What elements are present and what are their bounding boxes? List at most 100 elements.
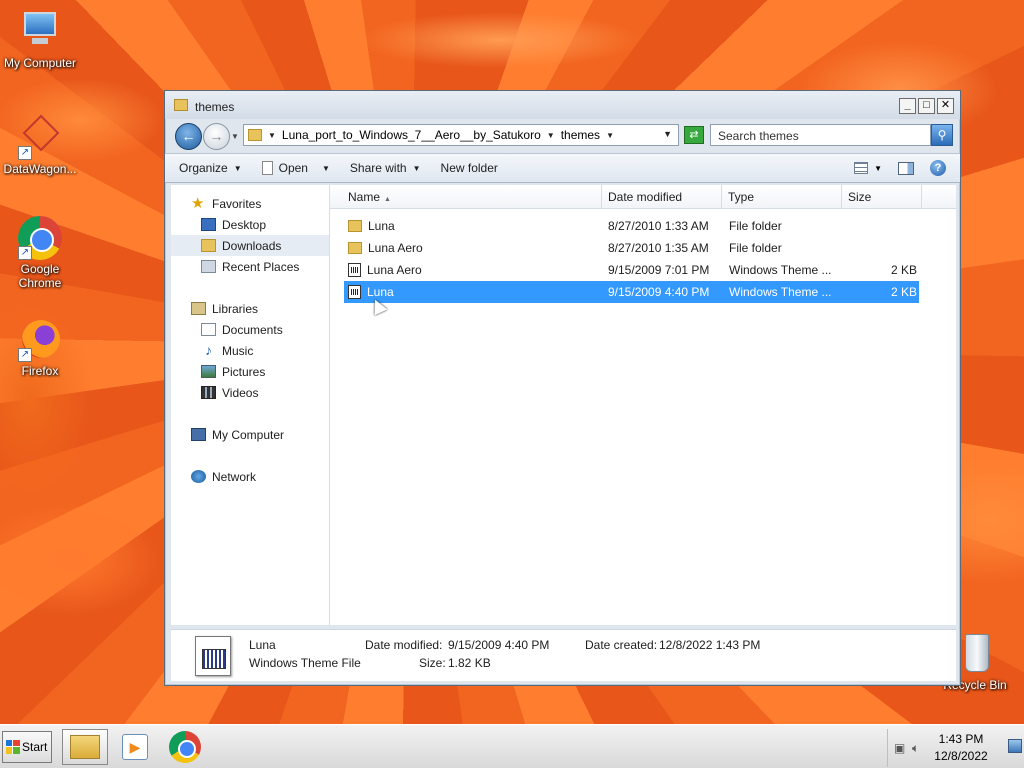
file-list[interactable]: Name ▲ Date modified Type Size Luna 8/27/… [330, 185, 956, 625]
close-button[interactable]: ✕ [937, 98, 954, 114]
breadcrumb-arrow-icon[interactable]: ▼ [268, 131, 276, 140]
star-icon: ★ [191, 195, 205, 212]
network-icon [191, 470, 206, 483]
desktop-icon-google-chrome[interactable]: ↗ Google Chrome [0, 216, 80, 290]
folder-icon [348, 242, 362, 254]
content-area: ★ Favorites Desktop Downloads Recent Pla… [171, 185, 956, 625]
desktop-icon-datawagon[interactable]: ↗ DataWagon... [0, 114, 80, 176]
column-label: Name [348, 190, 381, 204]
maximize-button[interactable]: □ [918, 98, 935, 114]
sort-ascending-icon: ▲ [384, 196, 391, 203]
computer-icon [191, 428, 206, 441]
start-label: Start [22, 740, 48, 754]
open-label: Open [278, 161, 308, 175]
nav-desktop[interactable]: Desktop [171, 214, 329, 235]
change-view-icon[interactable] [854, 162, 869, 174]
nav-documents[interactable]: Documents [171, 319, 329, 340]
column-header-name[interactable]: Name ▲ [330, 185, 602, 208]
minimize-button[interactable]: _ [899, 98, 916, 114]
file-row-selected[interactable]: Luna 9/15/2009 4:40 PM Windows Theme ...… [344, 281, 919, 303]
share-with-label: Share with [349, 161, 407, 175]
taskbar: Start ▶ ▣ 🔈︎ 1:43 PM 12/8/2022 [0, 724, 1024, 768]
chevron-down-icon: ▼ [321, 163, 330, 173]
file-size: 2 KB [890, 285, 917, 299]
file-size: 2 KB [890, 263, 917, 277]
file-date: 8/27/2010 1:35 AM [608, 241, 709, 255]
music-icon: ♪ [205, 342, 212, 358]
file-type: File folder [729, 241, 782, 255]
address-dropdown-icon[interactable]: ▼ [663, 129, 672, 139]
nav-favorites[interactable]: ★ Favorites [171, 193, 329, 214]
nav-label: Music [222, 343, 254, 358]
taskbar-chrome-button[interactable] [162, 729, 208, 765]
nav-videos[interactable]: Videos [171, 382, 329, 403]
title-bar[interactable]: themes _ □ ✕ [165, 91, 960, 119]
file-row[interactable]: Luna Aero 8/27/2010 1:35 AM File folder [344, 237, 919, 259]
nav-my-computer[interactable]: My Computer [171, 424, 329, 445]
file-date: 9/15/2009 7:01 PM [608, 263, 710, 277]
breadcrumb-item[interactable]: Luna_port_to_Windows_7__Aero__by_Satukor… [282, 128, 541, 142]
view-dropdown-icon[interactable]: ▼ [874, 164, 882, 173]
file-row[interactable]: Luna Aero 9/15/2009 7:01 PM Windows Them… [344, 259, 919, 281]
desktop-icon-firefox[interactable]: ↗ Firefox [0, 318, 80, 378]
folder-icon [248, 129, 262, 141]
pictures-icon [201, 365, 216, 378]
recent-pages-dropdown[interactable]: ▼ [231, 132, 239, 141]
refresh-icon: ⇄ [689, 129, 699, 141]
start-button[interactable]: Start [2, 731, 52, 763]
help-icon[interactable]: ? [930, 160, 946, 176]
forward-arrow-icon: → [209, 128, 224, 144]
details-file-name: Luna [249, 638, 276, 652]
taskbar-explorer-button[interactable] [62, 729, 108, 765]
file-date: 8/27/2010 1:33 AM [608, 219, 709, 233]
forward-button[interactable]: → [203, 123, 230, 150]
nav-pictures[interactable]: Pictures [171, 361, 329, 382]
desktop-icon-my-computer[interactable]: My Computer [0, 10, 80, 70]
details-size: 1.82 KB [448, 656, 491, 670]
breadcrumb-item[interactable]: themes [561, 128, 600, 142]
back-button[interactable]: ← [175, 123, 202, 150]
nav-label: Downloads [222, 238, 282, 253]
details-pane: Luna Windows Theme File Date modified: 9… [171, 629, 956, 681]
organize-button[interactable]: Organize ▼ [165, 154, 252, 182]
theme-file-large-icon [195, 636, 231, 676]
open-button[interactable]: Open ▼ [252, 154, 340, 182]
column-header-type[interactable]: Type [722, 185, 842, 208]
shortcut-arrow-icon: ↗ [18, 146, 32, 160]
nav-network[interactable]: Network [171, 466, 329, 487]
nav-downloads[interactable]: Downloads [171, 235, 329, 256]
volume-icon[interactable]: 🔈︎ [912, 741, 926, 755]
refresh-button[interactable]: ⇄ [684, 126, 704, 144]
nav-music[interactable]: ♪ Music [171, 340, 329, 361]
details-size-label: Size: [419, 656, 446, 670]
details-date-created: 12/8/2022 1:43 PM [659, 638, 761, 652]
address-bar[interactable]: ▼ Luna_port_to_Windows_7__Aero__by_Satuk… [243, 124, 679, 146]
breadcrumb-arrow-icon[interactable]: ▼ [606, 131, 614, 140]
breadcrumb-arrow-icon[interactable]: ▼ [547, 131, 555, 140]
column-header-date-modified[interactable]: Date modified [602, 185, 722, 208]
search-button[interactable]: ⚲ [931, 124, 953, 146]
preview-pane-icon[interactable] [898, 161, 914, 175]
network-tray-icon[interactable]: ▣ [894, 741, 908, 755]
column-header-size[interactable]: Size [842, 185, 922, 208]
clock[interactable]: 1:43 PM 12/8/2022 [932, 731, 990, 765]
toolbar-right: ▼ ? [854, 160, 946, 176]
theme-file-icon [348, 285, 361, 299]
details-date-modified: 9/15/2009 4:40 PM [448, 638, 550, 652]
nav-recent-places[interactable]: Recent Places [171, 256, 329, 277]
file-type: Windows Theme ... [729, 285, 832, 299]
search-input[interactable]: Search themes [710, 124, 931, 146]
nav-label: My Computer [212, 427, 285, 442]
share-with-button[interactable]: Share with ▼ [340, 154, 431, 182]
new-folder-button[interactable]: New folder [431, 154, 508, 182]
libraries-icon [191, 302, 206, 315]
show-desktop-button[interactable] [1008, 739, 1022, 753]
desktop-icon-label: My Computer [3, 56, 77, 70]
taskbar-media-player-button[interactable]: ▶ [112, 729, 158, 765]
nav-libraries[interactable]: Libraries [171, 298, 329, 319]
media-player-icon: ▶ [122, 734, 148, 760]
navigation-pane[interactable]: ★ Favorites Desktop Downloads Recent Pla… [171, 185, 330, 625]
nav-label: Videos [222, 385, 259, 400]
file-row[interactable]: Luna 8/27/2010 1:33 AM File folder [344, 215, 919, 237]
nav-label: Desktop [222, 217, 267, 232]
